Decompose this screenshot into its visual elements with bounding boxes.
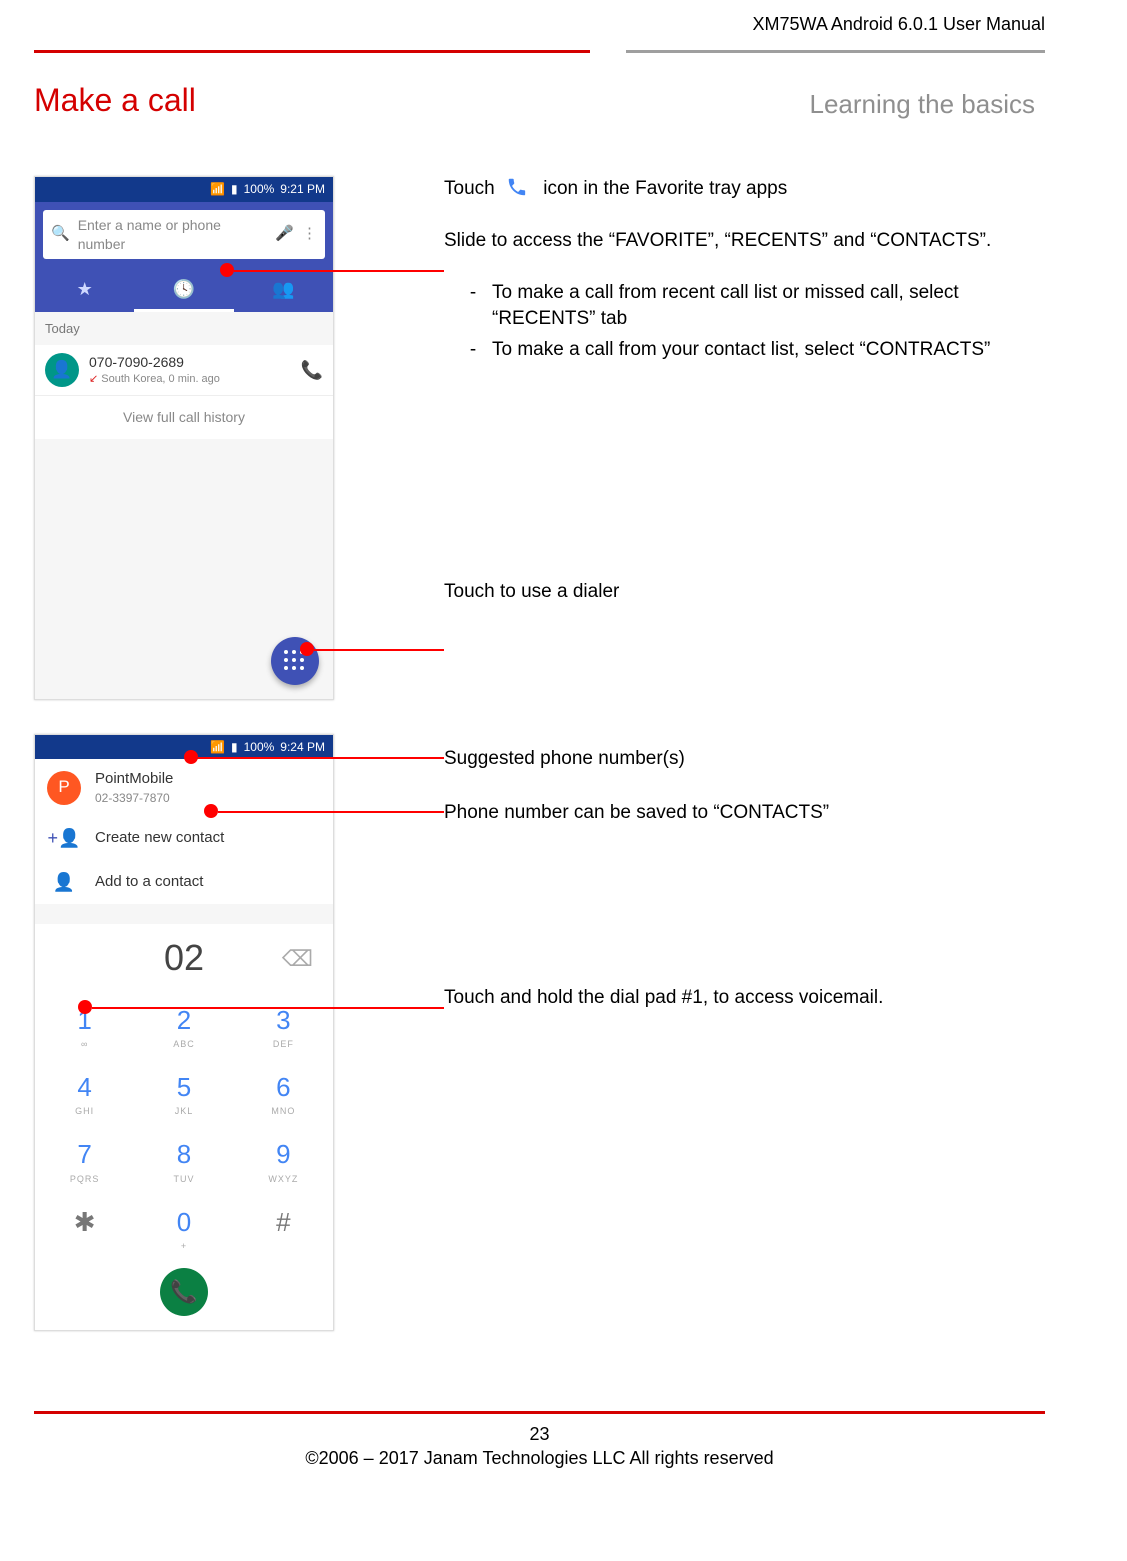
key-star[interactable]: ✱ [35, 1195, 134, 1262]
search-placeholder: Enter a name or phone number [78, 216, 268, 254]
signal-icon: 📶 [210, 181, 225, 197]
doc-header: XM75WA Android 6.0.1 User Manual [34, 12, 1045, 50]
avatar: P [47, 771, 81, 805]
call-button[interactable]: 📞 [160, 1268, 208, 1316]
suggested-contact[interactable]: P PointMobile 02-3397-7870 [35, 759, 333, 815]
key-3[interactable]: 3DEF [234, 993, 333, 1060]
instruction-voicemail: Touch and hold the dial pad #1, to acces… [444, 985, 1045, 1011]
mic-icon: 🎤 [275, 224, 294, 244]
clock-text: 9:24 PM [280, 739, 325, 755]
key-5[interactable]: 5JKL [134, 1060, 233, 1127]
call-icon[interactable]: 📞 [301, 358, 323, 382]
overflow-icon: ⋮ [302, 224, 317, 244]
callout-line-fab [314, 649, 444, 651]
dialed-number: 02 ⌫ [35, 924, 333, 993]
phone-icon: 📞 [170, 1277, 197, 1307]
tab-favorites[interactable]: ★ [35, 267, 134, 311]
key-7[interactable]: 7PQRS [35, 1127, 134, 1194]
callout-line-create [218, 811, 444, 813]
status-bar: 📶 ▮ 100% 9:21 PM [35, 177, 333, 201]
contact-avatar-icon: 👤 [45, 353, 79, 387]
page-subtitle: Learning the basics [810, 87, 1035, 122]
screenshot-phone-dialer: 📶 ▮ 100% 9:24 PM P PointMobile 02-3397-7… [34, 734, 334, 1331]
tab-bar: ★ 🕓 👥 [35, 267, 333, 311]
create-new-contact[interactable]: +👤 Create new contact [35, 816, 333, 860]
section-today: Today [35, 312, 333, 346]
suggested-name: PointMobile [95, 769, 321, 789]
instruction-suggested: Suggested phone number(s) [444, 746, 1045, 772]
add-contact-icon: +👤 [47, 826, 81, 850]
key-hash[interactable]: # [234, 1195, 333, 1262]
key-8[interactable]: 8TUV [134, 1127, 233, 1194]
phone-icon [506, 176, 532, 202]
instruction-recents: To make a call from recent call list or … [492, 280, 1045, 331]
view-full-history[interactable]: View full call history [35, 396, 333, 439]
instruction-contacts: To make a call from your contact list, s… [492, 337, 1045, 363]
callout-line-tabs [234, 270, 444, 272]
add-to-contact[interactable]: 👤 Add to a contact [35, 860, 333, 904]
key-0[interactable]: 0+ [134, 1195, 233, 1262]
instruction-slide: Slide to access the “FAVORITE”, “RECENTS… [444, 228, 1045, 254]
battery-text: 100% [244, 739, 275, 755]
recent-call-item[interactable]: 👤 070-7090-2689 ↙ South Korea, 0 min. ag… [35, 345, 333, 396]
callout-line-suggest [198, 757, 444, 759]
search-bar: 🔍 Enter a name or phone number 🎤 ⋮ [35, 202, 333, 268]
search-icon: 🔍 [51, 224, 70, 244]
header-rule [34, 50, 1045, 53]
battery-icon: ▮ [231, 181, 238, 197]
backspace-icon[interactable]: ⌫ [282, 944, 313, 974]
instruction-save-contact: Phone number can be saved to “CONTACTS” [444, 800, 1045, 826]
screenshot-phone-recents: 📶 ▮ 100% 9:21 PM 🔍 Enter a name or phone… [34, 176, 334, 700]
key-6[interactable]: 6MNO [234, 1060, 333, 1127]
search-input[interactable]: 🔍 Enter a name or phone number 🎤 ⋮ [43, 210, 325, 260]
key-2[interactable]: 2ABC [134, 993, 233, 1060]
recent-call-number: 070-7090-2689 [89, 353, 291, 372]
battery-text: 100% [244, 181, 275, 197]
key-9[interactable]: 9WXYZ [234, 1127, 333, 1194]
dial-keypad: 1∞ 2ABC 3DEF 4GHI 5JKL 6MNO 7PQRS 8TUV 9… [35, 993, 333, 1262]
battery-icon: ▮ [231, 739, 238, 755]
missed-call-icon: ↙ [89, 373, 98, 385]
signal-icon: 📶 [210, 739, 225, 755]
key-4[interactable]: 4GHI [35, 1060, 134, 1127]
copyright: ©2006 – 2017 Janam Technologies LLC All … [34, 1446, 1045, 1470]
page-number: 23 [34, 1422, 1045, 1446]
instruction-list: To make a call from recent call list or … [466, 280, 1045, 363]
instruction-touch-icon: Touch icon in the Favorite tray apps [444, 176, 1045, 202]
recent-call-sub: South Korea, 0 min. ago [101, 373, 220, 385]
tab-contacts[interactable]: 👥 [234, 267, 333, 311]
page-title: Make a call [34, 79, 196, 122]
callout-line-key1 [92, 1007, 444, 1009]
contact-icon: 👤 [47, 870, 81, 894]
footer: 23 ©2006 – 2017 Janam Technologies LLC A… [0, 1411, 1127, 1491]
tab-recents[interactable]: 🕓 [134, 267, 233, 311]
clock-text: 9:21 PM [280, 181, 325, 197]
instruction-dialer: Touch to use a dialer [444, 579, 1045, 605]
